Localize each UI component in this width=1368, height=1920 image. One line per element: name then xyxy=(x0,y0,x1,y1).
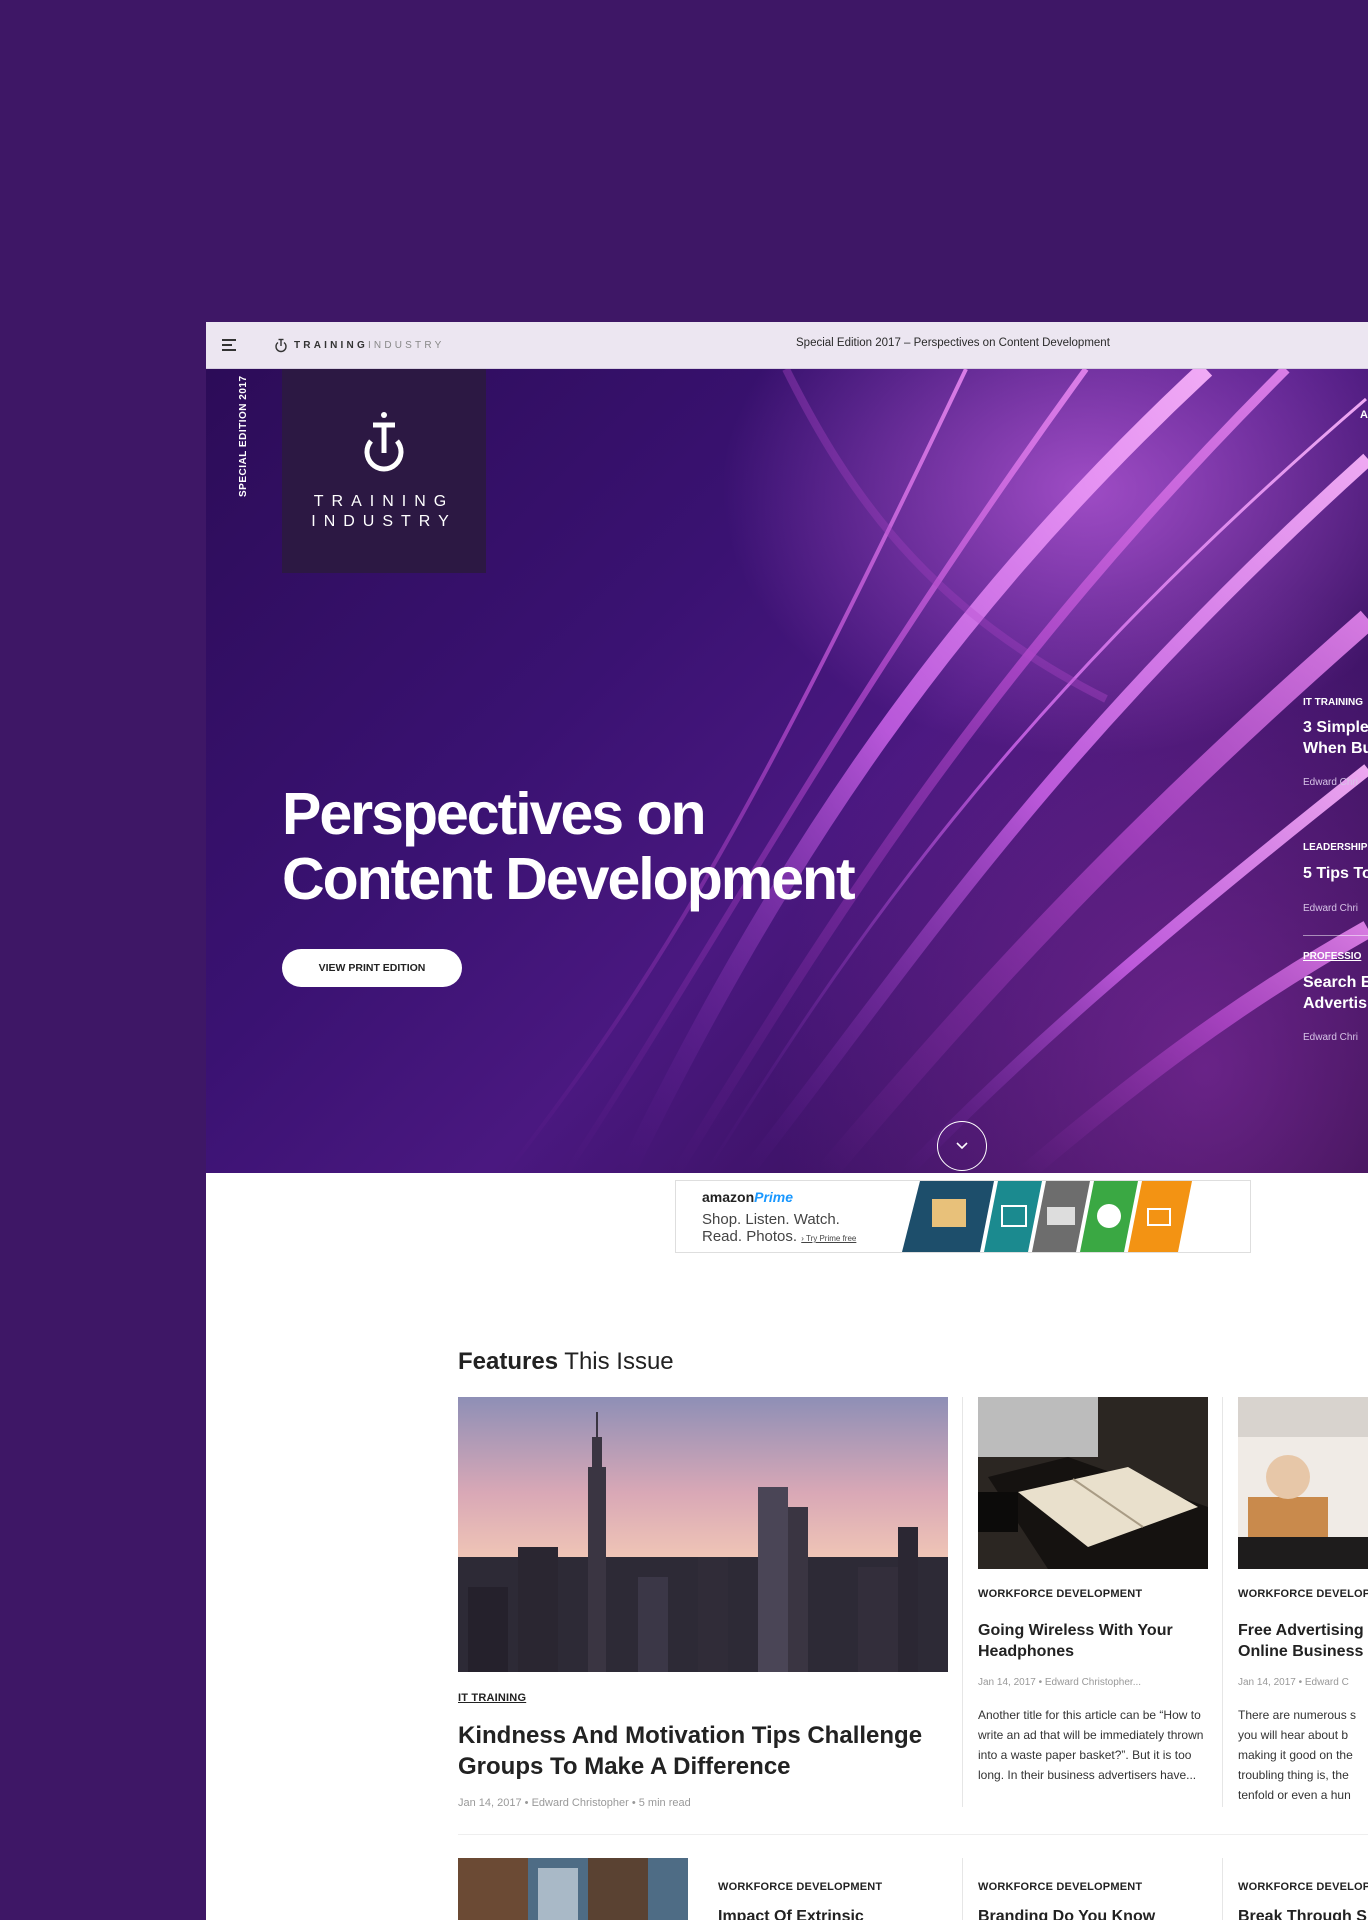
row2-card3-title[interactable]: Break Through S xyxy=(1238,1908,1367,1920)
row2-card3: WORKFORCE DEVELOP Break Through S xyxy=(1238,1858,1368,1920)
play-icon xyxy=(1097,1204,1121,1228)
music-tile-icon xyxy=(1128,1181,1192,1252)
card2-body: Another title for this article can be “H… xyxy=(978,1708,1204,1782)
side-category-3[interactable]: PROFESSIO xyxy=(1303,951,1361,962)
card3-body-line: making it good on the xyxy=(1238,1748,1353,1762)
card3-body-line: tenfold or even a hun xyxy=(1238,1788,1351,1802)
card2-meta: Jan 14, 2017 • Edward Christopher... xyxy=(978,1677,1142,1688)
logo-line-1: TRAINING xyxy=(313,493,455,510)
brand-light: INDUSTRY xyxy=(367,339,445,351)
hero-title: Perspectives on Content Development xyxy=(282,782,982,912)
hero-title-line-1: Perspectives on xyxy=(282,781,707,847)
row2-card1-title[interactable]: Impact Of Extrinsic xyxy=(718,1908,864,1920)
ad-link[interactable]: › Try Prime free xyxy=(801,1234,856,1243)
page: TRAININGINDUSTRY Special Edition 2017 – … xyxy=(206,322,1368,1920)
side-title-1b[interactable]: When Bu xyxy=(1303,738,1368,759)
card2-image[interactable] xyxy=(978,1397,1208,1569)
big-card-image[interactable] xyxy=(458,1397,948,1672)
column-divider xyxy=(1222,1858,1223,1920)
row-divider xyxy=(458,1834,1368,1835)
card3-image[interactable] xyxy=(1238,1397,1368,1569)
column-divider xyxy=(962,1397,963,1807)
hero-banner: SPECIAL EDITION 2017 TRAINING INDUSTRY P… xyxy=(206,369,1368,1173)
row2-image[interactable] xyxy=(458,1858,688,1920)
ad-line-2: Read. Photos. xyxy=(702,1228,798,1245)
scroll-down-button[interactable] xyxy=(937,1121,987,1171)
power-logo-icon xyxy=(275,338,287,353)
side-title-3b[interactable]: Advertis xyxy=(1303,993,1367,1014)
card2-category[interactable]: WORKFORCE DEVELOPMENT xyxy=(978,1588,1142,1600)
features-heading: Features This Issue xyxy=(458,1348,674,1376)
chevron-down-icon xyxy=(956,1142,968,1150)
ad-logo-amazon: amazon xyxy=(702,1189,755,1205)
ad-text: Shop. Listen. Watch. Read. Photos. › Try… xyxy=(702,1211,856,1247)
column-divider xyxy=(962,1858,963,1920)
side-author-3: Edward Chri xyxy=(1303,1032,1359,1043)
ad-logo: amazonPrime xyxy=(702,1189,793,1205)
card3-body: There are numerous s you will hear about… xyxy=(1238,1705,1356,1805)
menu-icon[interactable] xyxy=(222,339,236,351)
card3-body-line: you will hear about b xyxy=(1238,1728,1349,1742)
features-heading-bold: Features xyxy=(458,1348,559,1375)
side-author-2: Edward Chri xyxy=(1303,903,1359,914)
side-category-2[interactable]: LEADERSHIP xyxy=(1303,842,1367,853)
ad-line-1: Shop. Listen. Watch. xyxy=(702,1211,840,1228)
photos-tile-icon xyxy=(984,1181,1042,1252)
row2-card3-category[interactable]: WORKFORCE DEVELOP xyxy=(1238,1881,1368,1893)
card3-body-line: There are numerous s xyxy=(1238,1708,1357,1722)
magazine-logo: TRAINING INDUSTRY xyxy=(282,369,486,573)
row2-card1-category[interactable]: WORKFORCE DEVELOPMENT xyxy=(718,1881,882,1893)
side-author-1: Edward Chri xyxy=(1303,777,1359,788)
side-divider xyxy=(1303,935,1368,936)
side-top-link[interactable]: AR xyxy=(1360,409,1368,421)
card3-title-1[interactable]: Free Advertising xyxy=(1238,1620,1364,1641)
logo-line-2: INDUSTRY xyxy=(311,513,457,530)
hero-title-line-2: Content Development xyxy=(282,846,856,912)
card3-title-2[interactable]: Online Business xyxy=(1238,1641,1363,1662)
amazon-prime-ad[interactable]: amazonPrime Shop. Listen. Watch. Read. P… xyxy=(675,1180,1251,1253)
side-title-1a[interactable]: 3 Simple xyxy=(1303,717,1368,738)
ad-logo-prime: Prime xyxy=(754,1189,794,1205)
book-icon xyxy=(1047,1207,1075,1225)
card3-meta: Jan 14, 2017 • Edward C xyxy=(1238,1677,1349,1688)
ad-tiles xyxy=(902,1181,1192,1252)
big-card-category[interactable]: IT TRAINING xyxy=(458,1692,526,1704)
card3-category[interactable]: WORKFORCE DEVELOP xyxy=(1238,1588,1368,1600)
power-logo-icon xyxy=(364,412,404,472)
row2-card2-title[interactable]: Branding Do You Know xyxy=(978,1908,1155,1920)
card2-title[interactable]: Going Wireless With Your Headphones xyxy=(978,1620,1208,1662)
side-category-1[interactable]: IT TRAINING xyxy=(1303,697,1363,708)
features-heading-light: This Issue xyxy=(564,1348,674,1375)
column-divider xyxy=(1222,1397,1223,1807)
side-title-3a[interactable]: Search E xyxy=(1303,972,1368,993)
card3-body-line: troubling thing is, the xyxy=(1238,1768,1349,1782)
card3-text: WORKFORCE DEVELOP Free Advertising Onlin… xyxy=(1238,1588,1368,1818)
top-bar: TRAININGINDUSTRY Special Edition 2017 – … xyxy=(206,322,1368,369)
side-title-2[interactable]: 5 Tips To xyxy=(1303,863,1368,884)
edition-title: Special Edition 2017 – Perspectives on C… xyxy=(796,337,1110,349)
big-card-meta: Jan 14, 2017 • Edward Christopher • 5 mi… xyxy=(458,1797,691,1809)
big-card-title[interactable]: Kindness And Motivation Tips Challenge G… xyxy=(458,1720,948,1782)
view-print-edition-button[interactable]: VIEW PRINT EDITION xyxy=(282,949,462,987)
brand-bold: TRAINING xyxy=(294,339,368,351)
row2-card2-category[interactable]: WORKFORCE DEVELOPMENT xyxy=(978,1881,1142,1893)
brand-logo[interactable]: TRAININGINDUSTRY xyxy=(274,336,444,354)
package-icon xyxy=(932,1199,966,1227)
special-edition-label: SPECIAL EDITION 2017 xyxy=(238,375,249,497)
side-article-list: AR IT TRAINING 3 Simple When Bu Edward C… xyxy=(1303,369,1368,1173)
